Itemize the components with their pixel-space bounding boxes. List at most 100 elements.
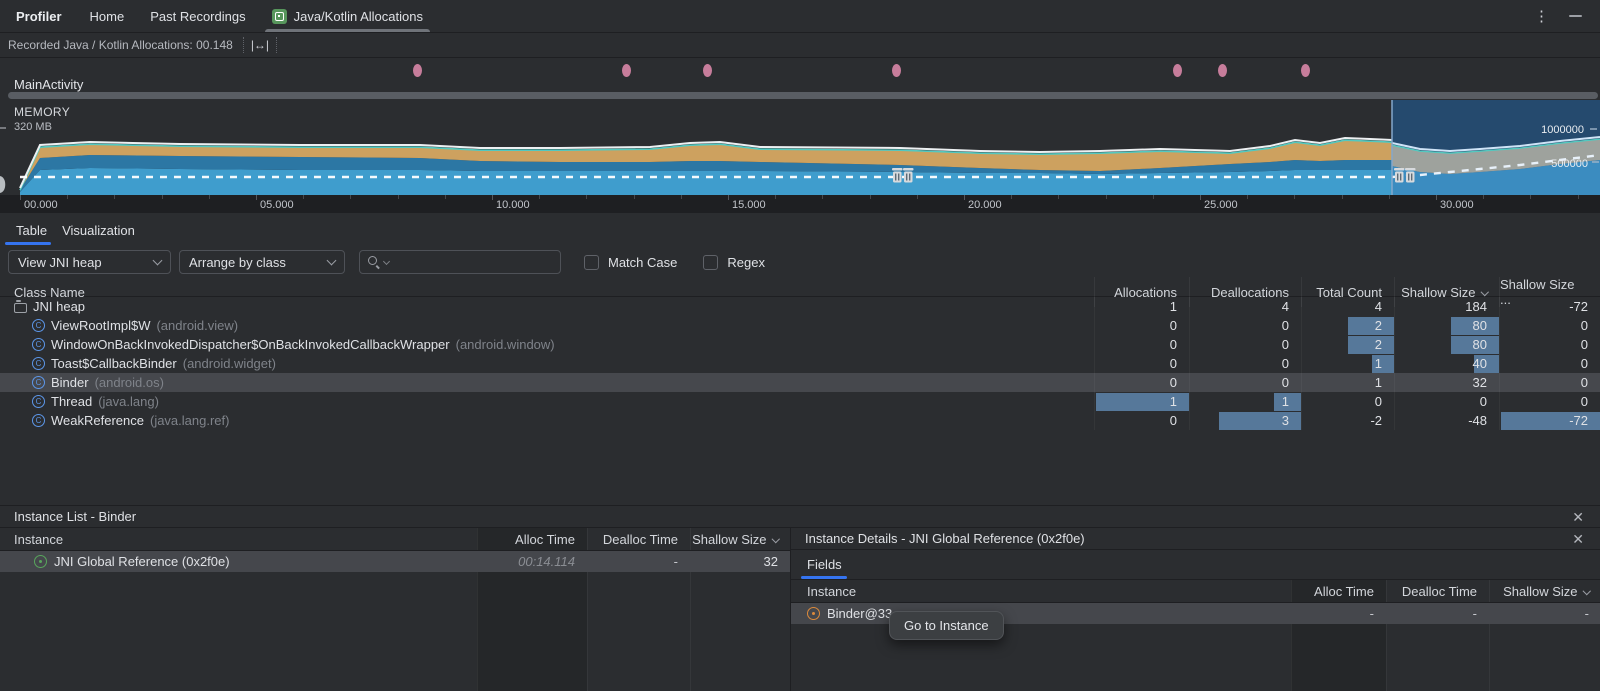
- recorded-label: Recorded Java / Kotlin Allocations: 00.1…: [8, 38, 233, 52]
- regex-option[interactable]: Regex: [703, 255, 765, 270]
- match-case-checkbox[interactable]: [584, 255, 599, 270]
- table-row-toast-callbackbinder[interactable]: CToast$CallbackBinder(android.widget)001…: [0, 354, 1600, 373]
- tab-fields[interactable]: Fields: [807, 557, 842, 572]
- table-row-windowonbackinvokeddispatcher-onbackinvokedcallbackwrapper[interactable]: C WindowOnBackInvokedDispatcher$OnBackInv…: [0, 335, 1600, 354]
- profiler-window: Profiler HomePast RecordingsJava/Kotlin …: [0, 0, 1600, 691]
- close-icon[interactable]: ✕: [1572, 510, 1584, 524]
- axis-tick-label: 05.000: [260, 199, 294, 211]
- minimize-icon[interactable]: [1569, 15, 1582, 17]
- memory-axis-label: 320 MB: [14, 121, 52, 133]
- gc-event-icon: [1395, 172, 1404, 183]
- tab-home[interactable]: Home: [90, 0, 125, 32]
- event-dot[interactable]: [622, 64, 631, 77]
- axis-tick-label: 25.000: [1204, 199, 1238, 211]
- axis-tick: [1200, 195, 1201, 200]
- value-cell: 0: [1189, 354, 1301, 373]
- instance-details-panel: Instance Details - JNI Global Reference …: [790, 528, 1600, 691]
- event-dot[interactable]: [413, 64, 422, 77]
- titlebar-tabs: Home Past Recordings Java/Kotlin Allocatio…: [90, 0, 449, 32]
- gc-event-icon: [892, 168, 903, 171]
- table-row-viewrootimpl-w[interactable]: CViewRootImpl$W(android.view)002800: [0, 316, 1600, 335]
- axis-tick: [1389, 195, 1390, 199]
- table-row-jni-heap[interactable]: JNI heap144184-72: [0, 297, 1600, 316]
- value-text: 2: [1375, 318, 1394, 333]
- value-text: 0: [1170, 318, 1189, 333]
- axis-tick: [1342, 195, 1343, 199]
- gc-event-icon: [1405, 168, 1416, 171]
- column-header-dealloc-time[interactable]: Dealloc Time: [1386, 584, 1489, 599]
- event-dot[interactable]: [892, 64, 901, 77]
- column-header-alloc-time[interactable]: Alloc Time: [477, 532, 587, 547]
- view-tabs: Table Visualization: [0, 213, 1600, 247]
- event-dot[interactable]: [703, 64, 712, 77]
- instance-row[interactable]: JNI Global Reference (0x2f0e)00:14.114-3…: [0, 551, 790, 572]
- chevron-down-icon: [327, 256, 337, 266]
- axis-tick: [1153, 195, 1154, 199]
- gc-event-icon: [1400, 174, 1401, 181]
- class-name-cell: CBinder(android.os): [0, 373, 1094, 392]
- heap-select[interactable]: View JNI heap: [8, 250, 171, 274]
- package-name: (android.os): [95, 375, 164, 390]
- value-cell: 0: [1189, 335, 1301, 354]
- value-text: 2: [1375, 337, 1394, 352]
- axis-tick: [492, 195, 493, 200]
- axis-tick: [67, 195, 68, 199]
- column-header-shallow-size[interactable]: Shallow Size: [690, 532, 790, 547]
- activity-lifecycle-bar[interactable]: [8, 92, 1598, 99]
- class-icon: C: [32, 338, 45, 351]
- tab-table[interactable]: Table: [16, 213, 47, 247]
- axis-tick: [870, 195, 871, 199]
- value-cell: 3: [1189, 411, 1301, 430]
- gc-event-icon: [1411, 174, 1412, 181]
- tab-past-recordings[interactable]: Past Recordings: [150, 0, 245, 32]
- axis-tick: [586, 195, 587, 199]
- search-input[interactable]: [392, 254, 553, 271]
- table-row-thread[interactable]: CThread(java.lang)11000: [0, 392, 1600, 411]
- match-case-option[interactable]: Match Case: [584, 255, 677, 270]
- value-cell: 0: [1394, 392, 1499, 411]
- value-text: -48: [1468, 413, 1499, 428]
- axis-tick: [162, 195, 163, 199]
- arrange-select[interactable]: Arrange by class: [179, 250, 345, 274]
- tab-java-kotlin-allocations[interactable]: Java/Kotlin Allocations: [272, 0, 423, 32]
- value-text: 80: [1473, 337, 1499, 352]
- regex-checkbox[interactable]: [703, 255, 718, 270]
- table-row-binder[interactable]: CBinder(android.os)001320: [0, 373, 1600, 392]
- fields-tab-row: Fields: [791, 550, 1600, 580]
- package-name: (java.lang): [98, 394, 159, 409]
- value-text: 0: [1282, 337, 1301, 352]
- table-row-weakreference[interactable]: CWeakReference(java.lang.ref)03-2-48-72: [0, 411, 1600, 430]
- class-name: WindowOnBackInvokedDispatcher$OnBackInvo…: [51, 337, 450, 352]
- gc-event-icon: [1406, 172, 1415, 183]
- axis-tick: [114, 195, 115, 199]
- event-dot[interactable]: [1301, 64, 1310, 77]
- event-dot[interactable]: [1218, 64, 1227, 77]
- active-tab-underline: [5, 242, 51, 245]
- gc-event-icon: [898, 174, 899, 181]
- kebab-menu-icon[interactable]: ⋮: [1534, 7, 1549, 25]
- value-text: 1: [1375, 356, 1394, 371]
- column-header-alloc-time[interactable]: Alloc Time: [1291, 584, 1386, 599]
- column-header-shallow-size[interactable]: Shallow Size: [1489, 584, 1600, 599]
- column-header-instance[interactable]: Instance: [0, 532, 477, 547]
- shallow-size-cell: -: [1489, 606, 1600, 621]
- expand-range-icon[interactable]: |↔|: [243, 37, 277, 53]
- column-header-instance[interactable]: Instance: [791, 584, 1291, 599]
- close-icon[interactable]: ✕: [1558, 532, 1584, 546]
- binder-instance-icon: [807, 607, 820, 620]
- search-box[interactable]: [359, 250, 561, 274]
- value-cell: 2: [1301, 316, 1394, 335]
- search-history-chevron-icon[interactable]: [383, 257, 390, 264]
- axis-tick: [1483, 195, 1484, 199]
- class-table: Class Name Allocations Deallocations Tot…: [0, 277, 1600, 505]
- memory-area-chart[interactable]: 1000000500000: [0, 100, 1600, 195]
- tab-visualization[interactable]: Visualization: [62, 213, 135, 247]
- event-dot[interactable]: [1173, 64, 1182, 77]
- instance-list-titlebar: Instance List - Binder ✕: [0, 505, 1600, 528]
- bottom-panels: Instance Alloc Time Dealloc Time Shallow…: [0, 528, 1600, 691]
- shallow-size-cell: 32: [690, 554, 790, 569]
- package-name: (android.view): [156, 318, 238, 333]
- column-header-dealloc-time[interactable]: Dealloc Time: [587, 532, 690, 547]
- go-to-instance-menu-item[interactable]: Go to Instance: [889, 611, 1004, 640]
- value-cell: 0: [1499, 392, 1600, 411]
